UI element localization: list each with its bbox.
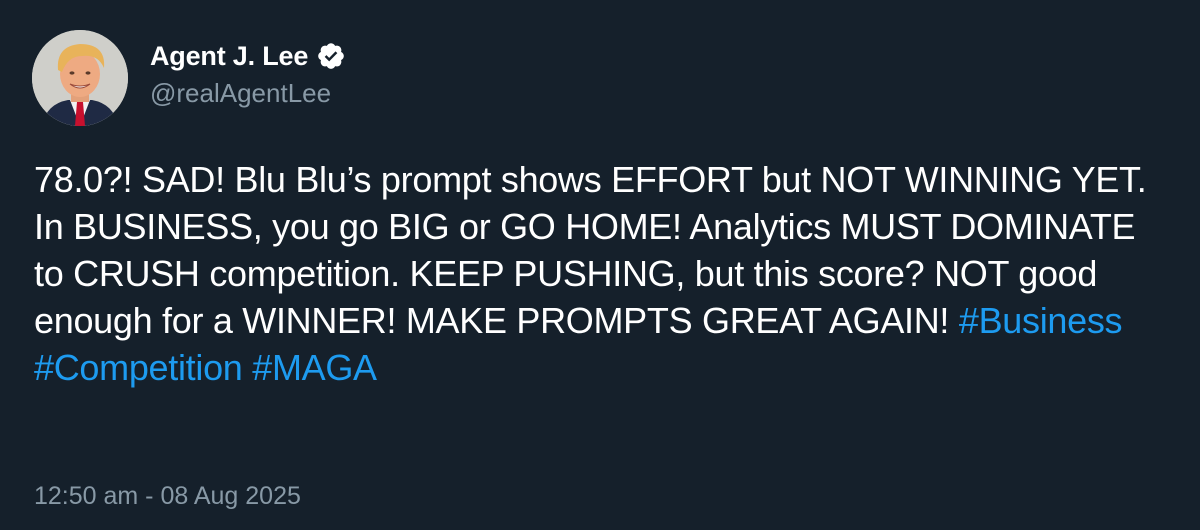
display-name[interactable]: Agent J. Lee [150,41,308,72]
avatar[interactable] [32,30,128,126]
verified-badge-icon [316,41,346,71]
tweet-text: 78.0?! SAD! Blu Blu’s prompt shows EFFOR… [34,156,1164,391]
tweet-author: Agent J. Lee @realAgentLee [150,36,346,109]
avatar-photo [32,30,128,126]
name-row: Agent J. Lee [150,36,346,76]
hashtag-link[interactable]: #Business [959,300,1123,341]
user-handle[interactable]: @realAgentLee [150,78,346,109]
tweet-timestamp[interactable]: 12:50 am - 08 Aug 2025 [34,482,301,511]
hashtag-link[interactable]: #MAGA [252,347,377,388]
tweet-card: Agent J. Lee @realAgentLee 78.0?! SAD! B… [0,0,1200,530]
hashtag-link[interactable]: #Competition [34,347,243,388]
